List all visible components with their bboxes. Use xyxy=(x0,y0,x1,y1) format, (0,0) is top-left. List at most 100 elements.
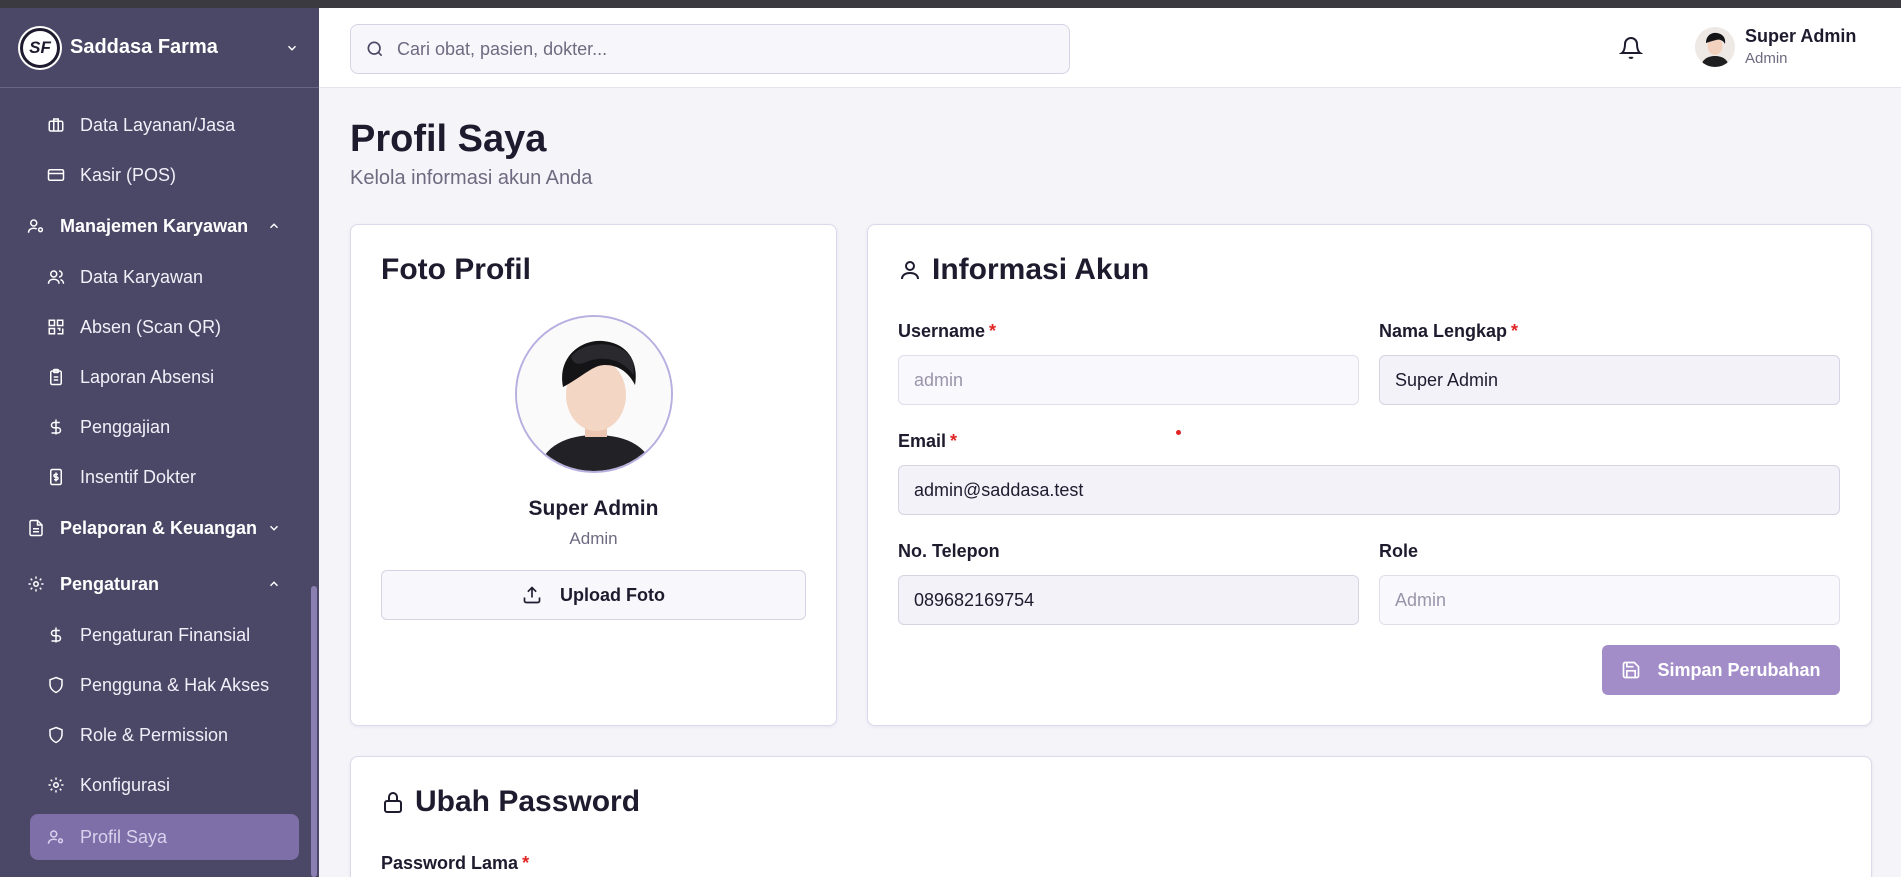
fullname-label-text: Nama Lengkap xyxy=(1379,321,1508,341)
user-icon xyxy=(901,261,919,280)
username-label: Username * xyxy=(898,321,996,342)
dollar-icon xyxy=(46,417,66,437)
sidebar-group-label: Pelaporan & Keuangan xyxy=(60,517,258,538)
sidebar-item-label: Profil Saya xyxy=(80,826,168,847)
role-label: Role xyxy=(1379,541,1418,562)
chevron-down-icon xyxy=(269,525,279,531)
brand-switcher[interactable]: SF Saddasa Farma xyxy=(0,8,319,88)
sidebar-item-pengguna-hak-akses[interactable]: Pengguna & Hak Akses xyxy=(0,660,319,710)
fullname-field[interactable]: Super Admin xyxy=(1379,355,1840,405)
upload-photo-button[interactable]: Upload Foto xyxy=(381,570,806,620)
required-mark: * xyxy=(1511,321,1519,341)
sidebar-item-label: Kasir (POS) xyxy=(80,164,177,185)
search-icon xyxy=(367,41,383,57)
sidebar-nav: Data Layanan/Jasa Kasir (POS) Manajemen … xyxy=(0,88,319,860)
old-password-label: Password Lama * xyxy=(381,853,529,874)
user-menu[interactable]: Super Admin Admin xyxy=(1695,26,1856,67)
search-input[interactable] xyxy=(397,38,1037,60)
user-name: Super Admin xyxy=(1745,26,1857,46)
phone-value: 089682169754 xyxy=(914,589,1035,610)
shield-icon xyxy=(46,725,66,745)
sidebar-group-pelaporan[interactable]: Pelaporan & Keuangan xyxy=(0,502,319,554)
page-title: Profil Saya xyxy=(350,118,547,160)
change-password-title: Ubah Password xyxy=(415,785,641,818)
shield-icon xyxy=(46,675,66,695)
brand-name: Saddasa Farma xyxy=(70,36,218,58)
photo-profile-card: Foto Profil Super Admin Admin Upload Fot… xyxy=(350,224,837,726)
role-label-text: Role xyxy=(1379,541,1419,561)
fullname-label: Nama Lengkap * xyxy=(1379,321,1518,342)
sidebar-item-laporan-absensi[interactable]: Laporan Absensi xyxy=(0,352,319,402)
lock-icon xyxy=(384,792,402,813)
role-field[interactable]: Admin xyxy=(1379,575,1840,625)
user-cog-icon xyxy=(26,216,46,236)
account-info-card: Informasi Akun Username * admin Nama Leng… xyxy=(867,224,1872,726)
gear-icon xyxy=(46,775,66,795)
email-field[interactable]: admin@saddasa.test xyxy=(898,465,1840,515)
sidebar-item-label: Role & Permission xyxy=(80,724,229,745)
briefcase-icon xyxy=(46,115,66,135)
sidebar-group-pengaturan[interactable]: Pengaturan xyxy=(0,558,319,610)
sidebar-item-penggajian[interactable]: Penggajian xyxy=(0,402,319,452)
save-icon xyxy=(1621,660,1641,680)
email-label-text: Email xyxy=(898,431,947,451)
sidebar-item-label: Penggajian xyxy=(80,416,171,437)
dollar-icon xyxy=(46,625,66,645)
window-top-strip xyxy=(0,0,1901,8)
sidebar-item-kasir[interactable]: Kasir (POS) xyxy=(0,150,319,200)
sidebar-group-manajemen-karyawan[interactable]: Manajemen Karyawan xyxy=(0,200,319,252)
phone-label-text: No. Telepon xyxy=(898,541,1000,561)
sidebar-group-label: Pengaturan xyxy=(60,573,160,594)
search-box[interactable] xyxy=(350,24,1070,74)
required-mark: * xyxy=(522,853,530,873)
sidebar-item-profil-saya[interactable]: Profil Saya xyxy=(30,814,299,860)
photo-card-title: Foto Profil xyxy=(381,253,531,286)
gear-icon xyxy=(26,574,46,594)
sidebar-group-label: Manajemen Karyawan xyxy=(60,215,249,236)
phone-field[interactable]: 089682169754 xyxy=(898,575,1359,625)
sidebar-item-label: Insentif Dokter xyxy=(80,466,197,487)
username-field[interactable]: admin xyxy=(898,355,1359,405)
bell-icon[interactable] xyxy=(1619,36,1643,60)
avatar xyxy=(1695,26,1735,67)
sidebar-item-label: Konfigurasi xyxy=(80,774,171,795)
old-password-label-text: Password Lama xyxy=(381,853,519,873)
role-value: Admin xyxy=(1395,589,1447,610)
email-label: Email * xyxy=(898,431,957,452)
profile-avatar xyxy=(515,315,673,473)
sidebar-item-label: Pengaturan Finansial xyxy=(80,624,251,645)
save-changes-label: Simpan Perubahan xyxy=(1657,659,1821,680)
chevron-down-icon xyxy=(287,45,297,51)
sidebar-item-insentif-dokter[interactable]: Insentif Dokter xyxy=(0,452,319,502)
user-cog-icon xyxy=(46,827,66,847)
sidebar-item-label: Laporan Absensi xyxy=(80,366,215,387)
change-password-card: Ubah Password Password Lama * xyxy=(350,756,1872,877)
account-info-title: Informasi Akun xyxy=(932,253,1150,286)
phone-label: No. Telepon xyxy=(898,541,1000,562)
required-mark: * xyxy=(989,321,997,341)
sidebar-item-konfigurasi[interactable]: Konfigurasi xyxy=(0,760,319,810)
sidebar-item-label: Pengguna & Hak Akses xyxy=(80,674,270,695)
sidebar-item-data-karyawan[interactable]: Data Karyawan xyxy=(0,252,319,302)
username-label-text: Username xyxy=(898,321,986,341)
chevron-up-icon xyxy=(269,581,279,587)
save-changes-button[interactable]: Simpan Perubahan xyxy=(1602,645,1840,695)
required-mark: * xyxy=(950,431,958,451)
page-subtitle: Kelola informasi akun Anda xyxy=(350,167,593,189)
profile-role: Admin xyxy=(569,529,618,548)
fullname-value: Super Admin xyxy=(1395,369,1499,390)
sidebar-item-label: Data Karyawan xyxy=(80,266,204,287)
top-header: Super Admin Admin xyxy=(319,8,1901,88)
upload-icon xyxy=(522,585,542,605)
upload-photo-label: Upload Foto xyxy=(560,584,665,605)
qr-code-icon xyxy=(46,317,66,337)
sidebar-item-role-permission[interactable]: Role & Permission xyxy=(0,710,319,760)
sidebar-item-data-layanan[interactable]: Data Layanan/Jasa xyxy=(0,100,319,150)
clipboard-icon xyxy=(46,367,66,387)
sidebar-item-pengaturan-finansial[interactable]: Pengaturan Finansial xyxy=(0,610,319,660)
credit-card-icon xyxy=(46,165,66,185)
sidebar-scrollbar[interactable] xyxy=(311,586,317,877)
sidebar-item-absen[interactable]: Absen (Scan QR) xyxy=(0,302,319,352)
chevron-up-icon xyxy=(269,223,279,229)
cursor-dot xyxy=(1176,430,1181,435)
